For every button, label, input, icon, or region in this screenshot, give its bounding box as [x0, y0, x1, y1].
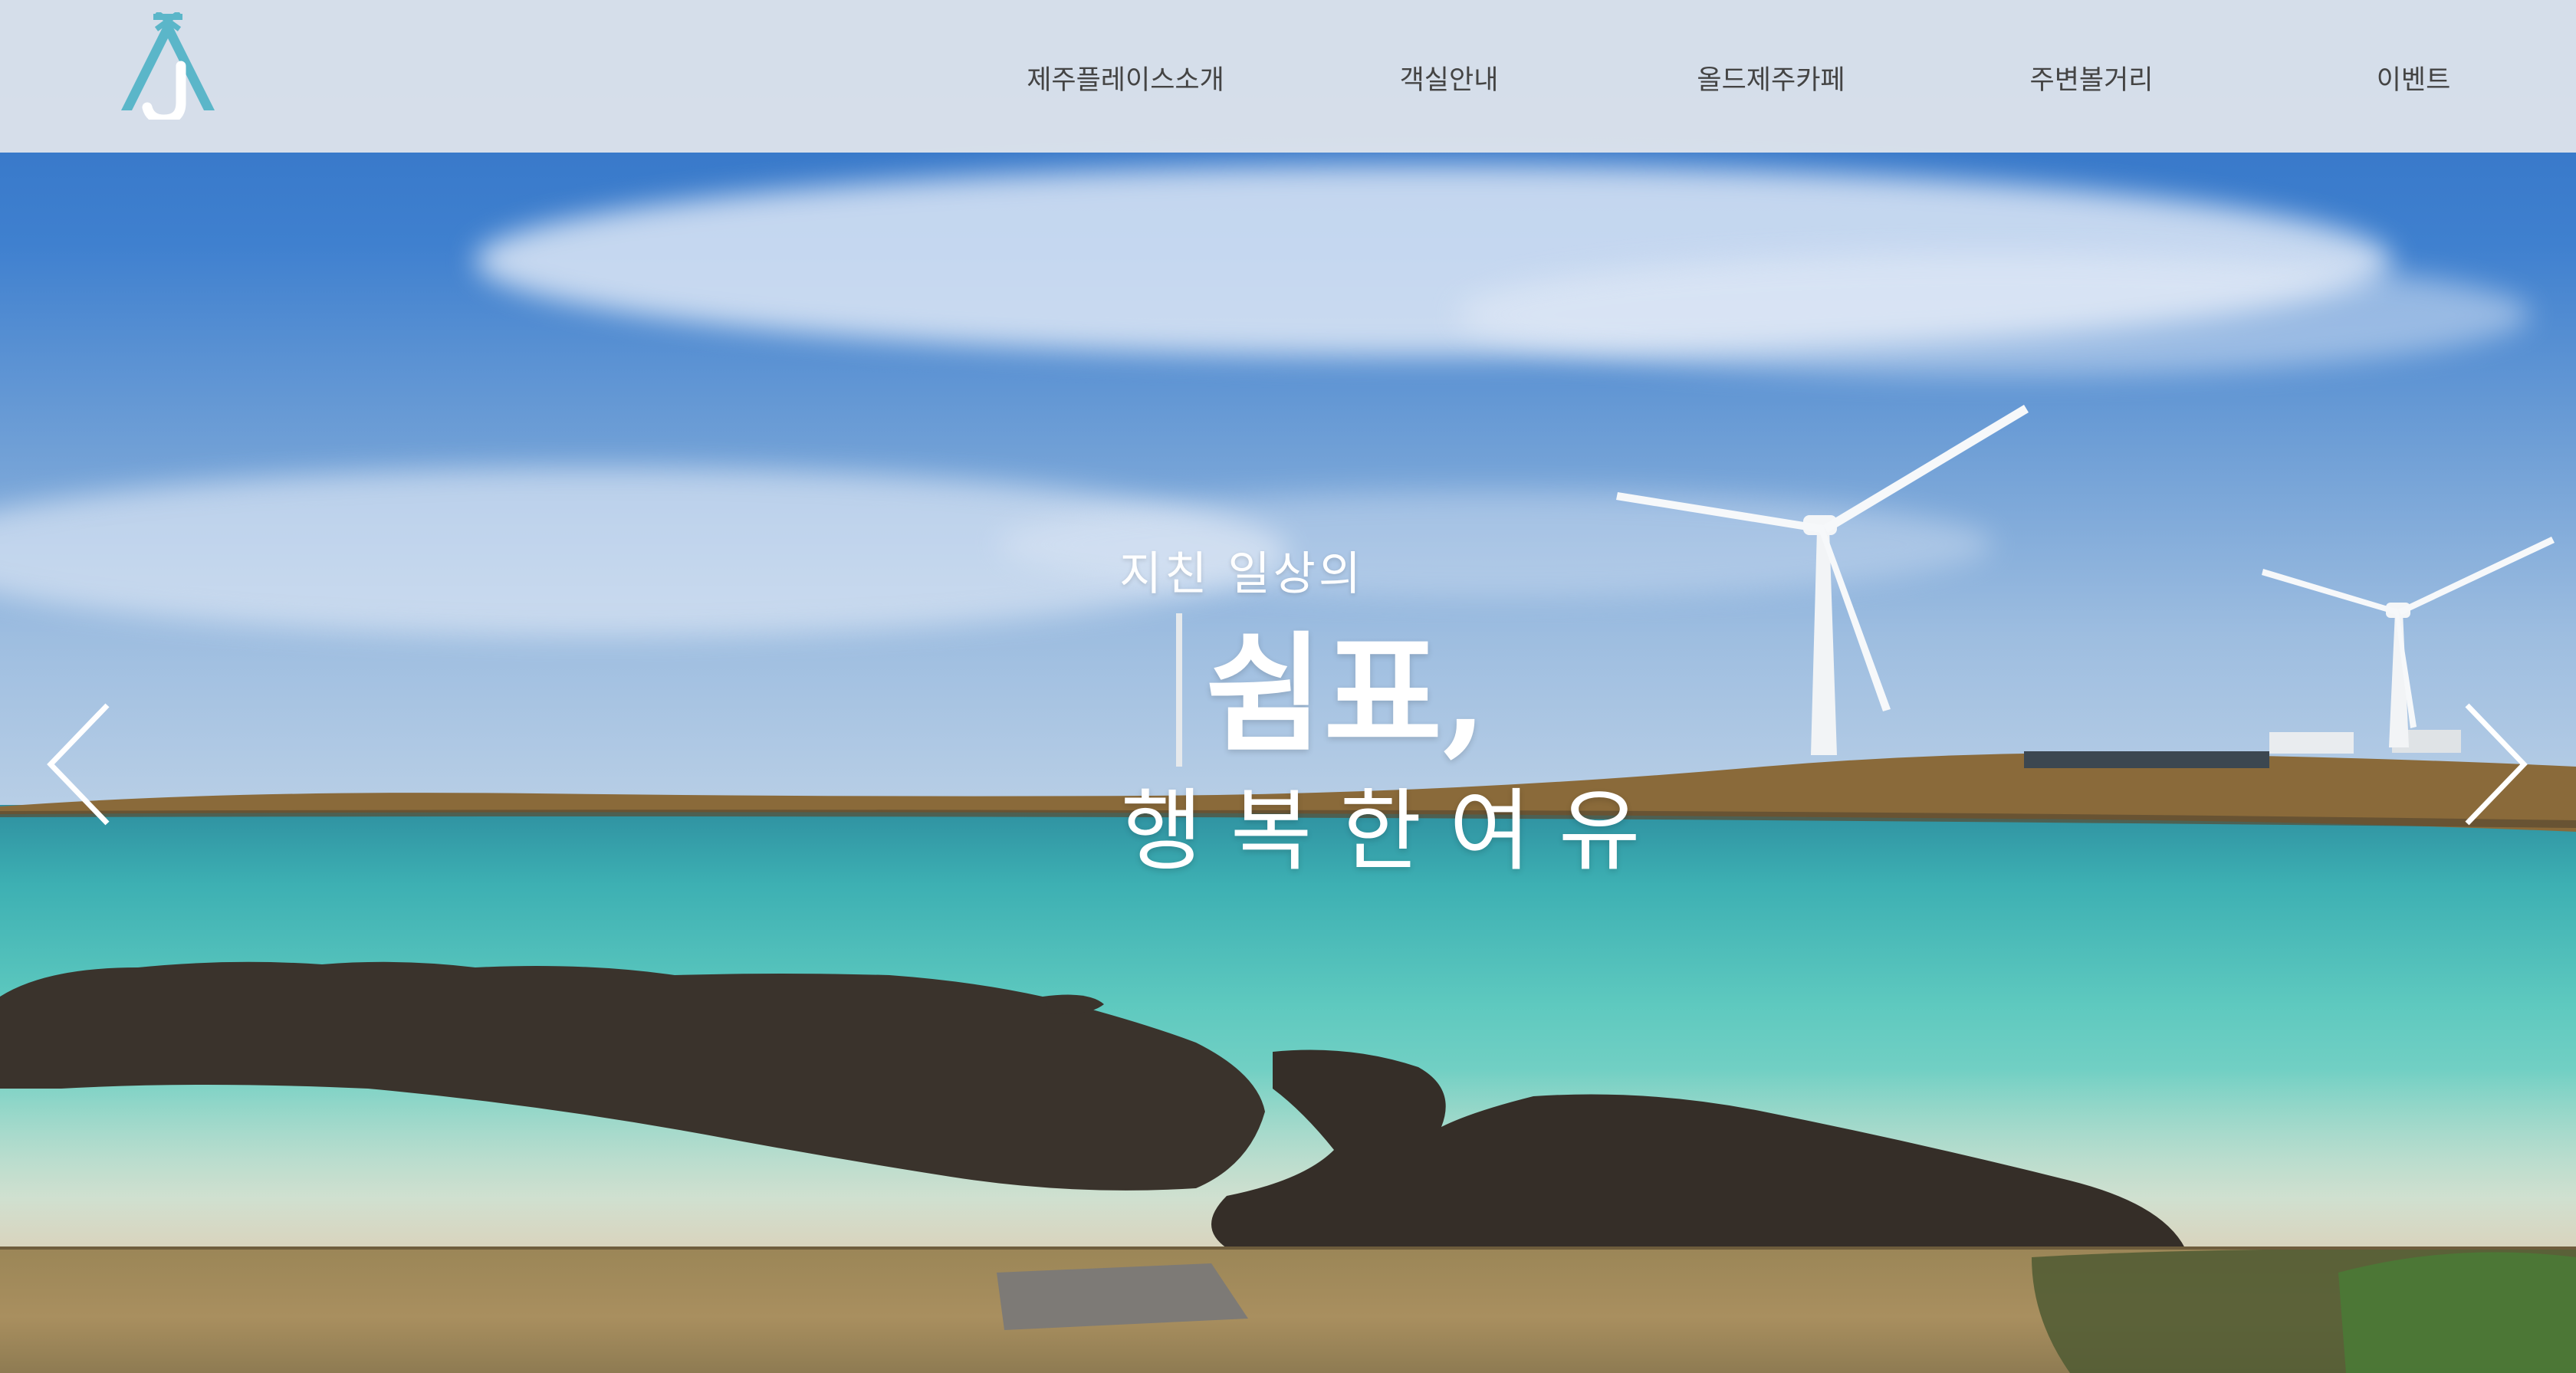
slider-next-button[interactable]: [2458, 699, 2535, 829]
nav-item-about[interactable]: 제주플레이스소개: [1027, 58, 1224, 97]
hero-title: 쉼표,: [1205, 618, 1487, 770]
lava-rocks: [1211, 1049, 2185, 1248]
nav-item-events[interactable]: 이벤트: [2377, 58, 2451, 97]
chevron-right-icon: [2465, 703, 2528, 826]
stepping-stone: [997, 1263, 1248, 1330]
nav-item-cafe[interactable]: 올드제주카페: [1697, 58, 1845, 97]
shrubs: [2338, 1252, 2576, 1373]
building: [2269, 732, 2354, 754]
antenna: [1176, 613, 1182, 767]
site-header: 제주플레이스소개 객실안내 올드제주카페 주변볼거리 이벤트: [0, 0, 2576, 153]
main-nav: 제주플레이스소개 객실안내 올드제주카페 주변볼거리 이벤트: [0, 0, 2576, 153]
slider-prev-button[interactable]: [40, 699, 117, 829]
nav-item-rooms[interactable]: 객실안내: [1400, 58, 1499, 97]
chevron-left-icon: [47, 703, 110, 826]
nav-item-attractions[interactable]: 주변볼거리: [2029, 58, 2153, 97]
wind-turbine: [1616, 405, 2029, 755]
hero-tagline: 행복한여유: [1121, 780, 1668, 883]
building: [2024, 751, 2269, 768]
